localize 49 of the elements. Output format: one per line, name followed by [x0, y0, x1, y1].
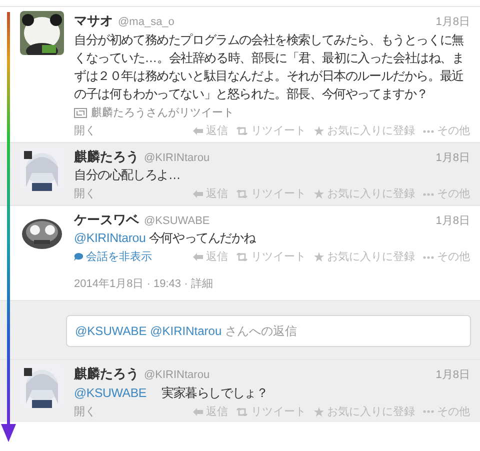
- favorite-link[interactable]: お気に入りに登録: [314, 249, 415, 266]
- more-icon: [423, 130, 434, 133]
- retweet-icon: [236, 190, 248, 198]
- user-handle[interactable]: @KIRINtarou: [144, 367, 210, 384]
- retweet-notice: 麒麟たろうさんがリツイート: [91, 106, 234, 120]
- user-name[interactable]: 麒麟たろう: [74, 146, 139, 166]
- expand-link[interactable]: 開く: [74, 404, 96, 420]
- star-icon: [314, 406, 324, 417]
- favorite-link[interactable]: お気に入りに登録: [314, 123, 415, 140]
- reply-field[interactable]: @KSUWABE @KIRINtarou さんへの返信: [66, 315, 471, 347]
- tweet-timestamp: 2014年1月8日 · 19:43 · 詳細: [74, 276, 214, 292]
- retweet-link[interactable]: リツイート: [236, 123, 306, 140]
- retweet-icon: [236, 408, 248, 416]
- speech-bubble-icon: [74, 253, 83, 262]
- more-icon: [423, 192, 434, 196]
- star-icon: [314, 189, 324, 200]
- tweet-date[interactable]: 1月8日: [436, 212, 470, 229]
- more-link[interactable]: その他: [423, 123, 470, 140]
- reply-link[interactable]: 返信: [193, 123, 228, 140]
- expand-link[interactable]: 開く: [74, 186, 96, 202]
- more-icon: [423, 410, 434, 414]
- expand-link[interactable]: 開く: [74, 123, 96, 140]
- tweet-date[interactable]: 1月8日: [436, 150, 470, 166]
- user-name[interactable]: ケースワベ: [74, 210, 139, 229]
- tweet-text: 自分の心配しろよ…: [74, 167, 182, 184]
- user-name[interactable]: 麒麟たろう: [74, 364, 139, 384]
- user-handle[interactable]: @ma_sa_o: [118, 14, 174, 30]
- user-handle[interactable]: @KSUWABE: [144, 212, 210, 229]
- retweet-icon: [236, 253, 248, 262]
- tweet-text: 自分が初めて務めたプログラムの会社を検索してみたら、もうとっくに無くなっていた…。会社辞める時、部長に「君、最初に入った会社はね、まずは２０年は務めないと駄目なんだよ。それが日本のルールだから。最近の子は何もわかってない」と怒られた。部長、今何やってますか？: [74, 32, 465, 102]
- retweet-icon: [236, 127, 248, 136]
- user-name[interactable]: マサオ: [74, 11, 113, 30]
- hide-conversation-link[interactable]: 会話を非表示: [74, 249, 152, 266]
- tweet-text: @KIRINtarou 今何やってんだかね: [74, 230, 257, 247]
- retweet-link[interactable]: リツイート: [236, 249, 306, 266]
- reply-icon: [193, 408, 203, 416]
- reply-link[interactable]: 返信: [193, 249, 228, 266]
- star-icon: [314, 252, 324, 262]
- tweet-text: @KSUWABE 実家暮らしでしょ？: [74, 384, 269, 402]
- reply-icon: [193, 253, 203, 262]
- star-icon: [314, 126, 324, 136]
- more-link[interactable]: その他: [423, 249, 470, 266]
- tweet-date[interactable]: 1月8日: [436, 367, 470, 384]
- reply-icon: [193, 190, 203, 198]
- tweet-date[interactable]: 1月8日: [436, 14, 470, 30]
- user-handle[interactable]: @KIRINtarou: [144, 150, 210, 166]
- reply-icon: [193, 127, 203, 136]
- retweet-icon: [74, 108, 87, 118]
- more-icon: [423, 256, 434, 259]
